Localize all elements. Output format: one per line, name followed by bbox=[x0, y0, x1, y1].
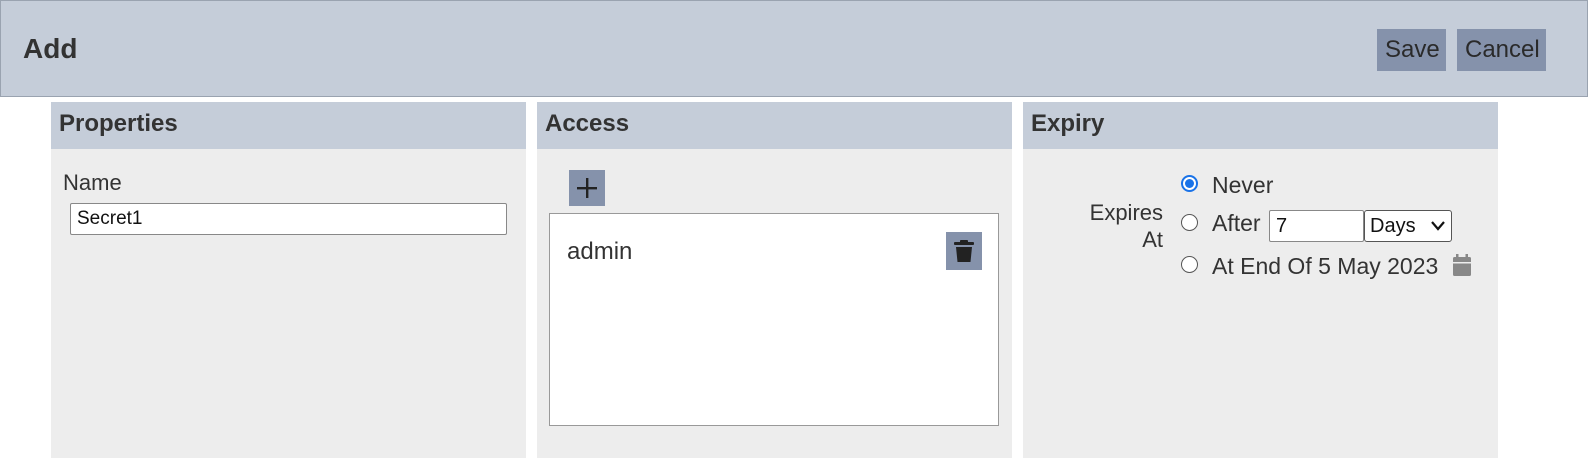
expires-at-label: Expires At bbox=[1089, 200, 1163, 252]
save-button[interactable]: Save bbox=[1377, 29, 1446, 71]
after-label: After bbox=[1212, 210, 1261, 236]
plus-icon bbox=[577, 178, 597, 198]
access-panel-header: Access bbox=[537, 102, 1012, 149]
expiry-panel-header: Expiry bbox=[1023, 102, 1498, 149]
properties-panel: Properties Name bbox=[51, 102, 526, 458]
expiry-panel-title: Expiry bbox=[1031, 110, 1105, 137]
name-input[interactable] bbox=[70, 203, 507, 235]
trash-icon bbox=[954, 240, 974, 262]
after-radio[interactable] bbox=[1181, 214, 1198, 231]
at-end-of-label: At End Of 5 May 2023 bbox=[1212, 253, 1439, 279]
delete-access-button[interactable] bbox=[946, 232, 982, 270]
access-panel: Access admin bbox=[537, 102, 1012, 458]
properties-panel-title: Properties bbox=[59, 110, 178, 137]
access-panel-title: Access bbox=[545, 110, 630, 137]
cancel-button[interactable]: Cancel bbox=[1457, 29, 1546, 71]
unit-select[interactable]: Days bbox=[1364, 210, 1452, 242]
access-item-label: admin bbox=[567, 238, 633, 265]
page-title: Add bbox=[23, 33, 78, 64]
calendar-icon[interactable] bbox=[1452, 253, 1472, 277]
name-label: Name bbox=[63, 170, 122, 195]
at-end-of-radio[interactable] bbox=[1181, 256, 1198, 273]
properties-panel-header: Properties bbox=[51, 102, 526, 149]
never-label: Never bbox=[1212, 172, 1274, 198]
expiry-panel: Expiry Expires At Never After Days At En… bbox=[1023, 102, 1498, 458]
add-access-button[interactable] bbox=[569, 170, 605, 206]
unit-select-value: Days bbox=[1370, 215, 1416, 237]
access-list: admin bbox=[549, 213, 999, 426]
never-radio[interactable] bbox=[1181, 175, 1198, 192]
page-header: Add Save Cancel bbox=[0, 0, 1588, 97]
after-count-input[interactable] bbox=[1269, 210, 1364, 242]
chevron-down-icon bbox=[1431, 221, 1445, 231]
